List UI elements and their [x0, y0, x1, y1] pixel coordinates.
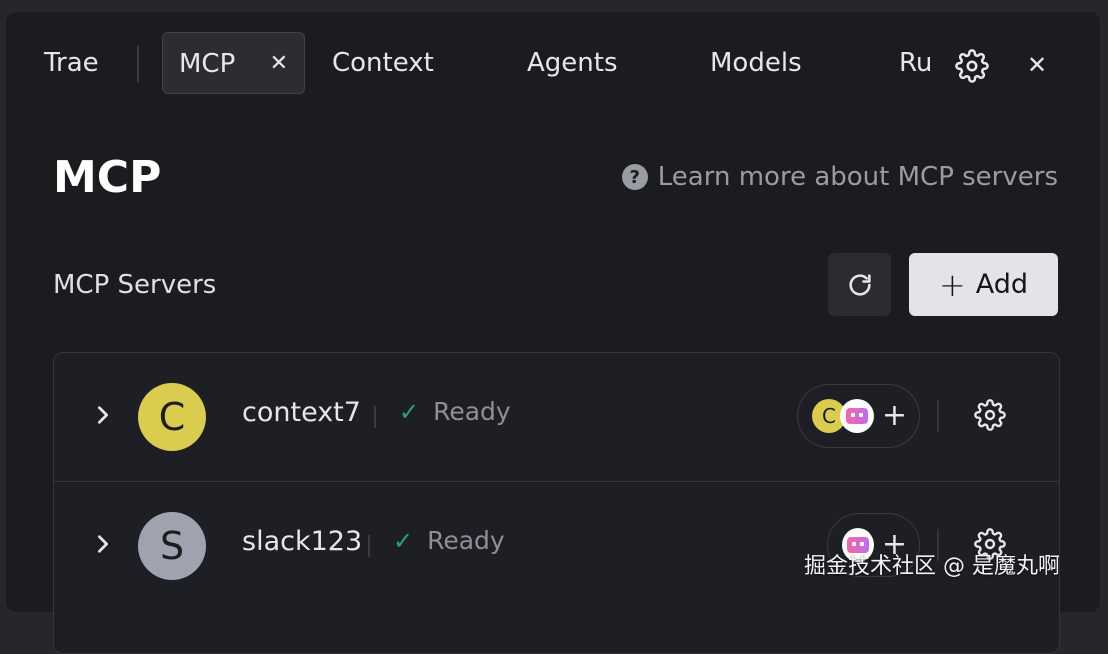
- learn-more-label: Learn more about MCP servers: [657, 162, 1058, 192]
- status-label: Ready: [427, 526, 505, 555]
- server-avatar: S: [138, 512, 206, 580]
- tab-context[interactable]: Context: [332, 32, 434, 94]
- check-icon: ✓: [399, 397, 420, 426]
- status-label: Ready: [433, 397, 511, 426]
- status-badge: ✓ Ready: [399, 397, 511, 426]
- section-title: MCP Servers: [53, 270, 217, 300]
- server-avatar: C: [138, 383, 206, 451]
- status-badge: ✓ Ready: [393, 526, 505, 555]
- tab-bar: Trae MCP ✕ Context Agents Models Ru ✕: [6, 12, 1100, 112]
- chevron-right-icon[interactable]: [92, 403, 114, 427]
- tab-divider: [137, 46, 139, 82]
- watermark: 掘金技术社区 @ 是魔丸啊: [804, 554, 1060, 579]
- server-name: context7: [242, 397, 361, 428]
- tab-label: MCP: [179, 49, 236, 79]
- tab-label: Trae: [44, 48, 99, 78]
- learn-more-link[interactable]: ? Learn more about MCP servers: [621, 162, 1058, 192]
- tools-pill[interactable]: C +: [797, 384, 920, 448]
- gear-icon[interactable]: [974, 399, 1006, 435]
- divider: [368, 535, 370, 557]
- server-row[interactable]: C context7 ✓ Ready C +: [54, 353, 1059, 481]
- chevron-right-icon[interactable]: [92, 532, 114, 556]
- refresh-icon: [848, 273, 871, 296]
- check-icon: ✓: [393, 526, 414, 555]
- tab-label: Agents: [527, 48, 618, 78]
- gear-icon[interactable]: [954, 48, 990, 84]
- tab-agents[interactable]: Agents: [527, 32, 618, 94]
- tab-mcp[interactable]: MCP ✕: [162, 32, 305, 94]
- divider: [374, 406, 376, 428]
- tab-rules[interactable]: Ru: [899, 32, 932, 94]
- divider: [937, 400, 939, 432]
- robot-icon: [839, 399, 874, 433]
- tab-label: Context: [332, 48, 434, 78]
- add-server-button[interactable]: + Add: [909, 253, 1058, 316]
- server-row[interactable]: S slack123 ✓ Ready +: [54, 481, 1059, 610]
- help-icon: ?: [621, 164, 648, 190]
- server-name: slack123: [242, 526, 363, 557]
- close-icon[interactable]: ✕: [1020, 48, 1054, 82]
- tab-models[interactable]: Models: [710, 32, 802, 94]
- close-icon[interactable]: ✕: [270, 33, 288, 95]
- tab-label: Ru: [899, 48, 933, 78]
- plus-icon[interactable]: +: [882, 401, 907, 431]
- add-label: Add: [975, 269, 1029, 300]
- plus-icon: +: [938, 265, 966, 304]
- page-title: MCP: [53, 152, 162, 203]
- tab-trae[interactable]: Trae: [44, 32, 99, 94]
- tab-label: Models: [710, 48, 802, 78]
- server-list: C context7 ✓ Ready C + S slack123 ✓ Read…: [53, 352, 1060, 654]
- settings-panel: Trae MCP ✕ Context Agents Models Ru ✕ MC…: [6, 12, 1100, 654]
- refresh-button[interactable]: [828, 253, 891, 316]
